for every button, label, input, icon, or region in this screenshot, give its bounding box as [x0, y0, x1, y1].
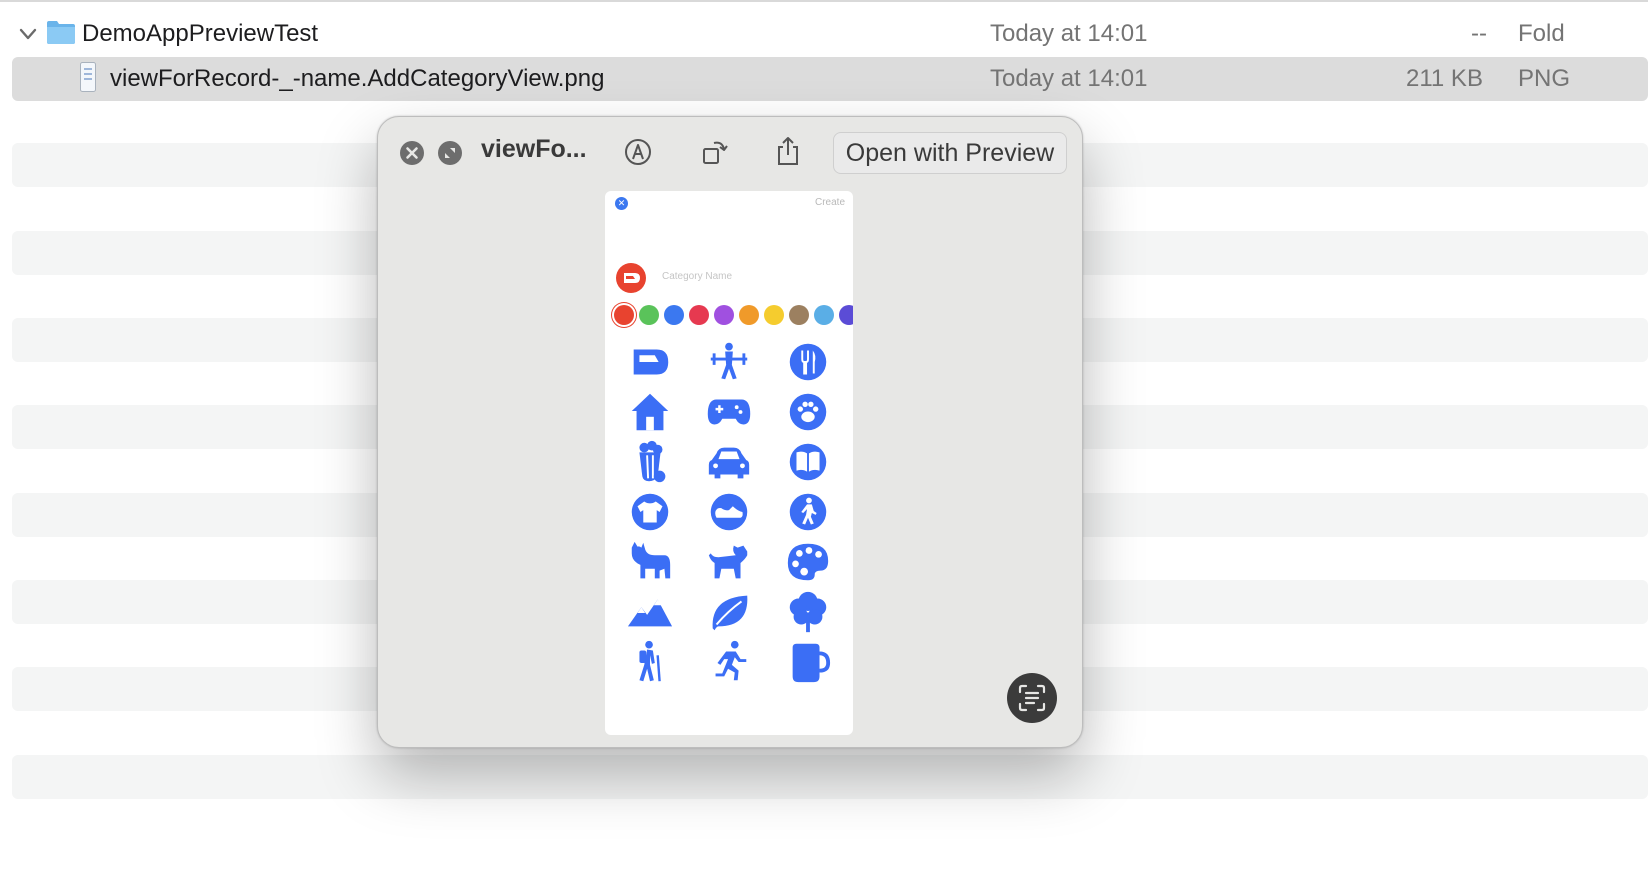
icon-option[interactable]	[773, 487, 843, 537]
icon-option[interactable]	[615, 337, 685, 387]
color-swatch[interactable]	[714, 305, 734, 325]
icon-option[interactable]	[773, 587, 843, 637]
icon-option[interactable]	[694, 387, 764, 437]
weightlifting-icon	[710, 342, 748, 380]
share-icon	[778, 137, 798, 165]
train-icon	[624, 273, 640, 283]
mug-icon	[792, 643, 831, 683]
rotate-icon	[703, 141, 728, 164]
fullscreen-button[interactable]	[438, 141, 462, 165]
color-swatch[interactable]	[689, 305, 709, 325]
color-swatch[interactable]	[764, 305, 784, 325]
icon-option[interactable]	[773, 437, 843, 487]
icon-option[interactable]	[694, 537, 764, 587]
icon-option[interactable]	[615, 437, 685, 487]
open-with-preview-button[interactable]: Open with Preview	[833, 132, 1067, 174]
color-swatch[interactable]	[789, 305, 809, 325]
markup-button[interactable]	[623, 137, 653, 167]
icon-option[interactable]	[615, 387, 685, 437]
book-icon	[789, 443, 827, 481]
figure-walk-icon	[789, 493, 827, 531]
fullscreen-icon	[438, 141, 462, 165]
share-button[interactable]	[772, 134, 804, 168]
rotate-button[interactable]	[699, 136, 731, 168]
png-file-icon	[80, 62, 96, 92]
color-swatch[interactable]	[614, 305, 634, 325]
text-scan-icon	[1018, 684, 1046, 712]
icon-option[interactable]	[615, 537, 685, 587]
folder-icon	[47, 21, 75, 44]
icon-option[interactable]	[694, 587, 764, 637]
folder-kind: Fold	[1518, 20, 1565, 47]
color-swatch-row	[614, 305, 853, 325]
file-name: viewForRecord-_-name.AddCategoryView.png	[110, 65, 605, 92]
quicklook-title: viewFo...	[481, 135, 587, 163]
tree-icon	[789, 591, 827, 633]
image-preview: ✕ Create Category Name	[605, 191, 853, 735]
icon-option[interactable]	[694, 437, 764, 487]
dog-icon	[708, 545, 748, 579]
file-kind: PNG	[1518, 65, 1571, 92]
gamecontroller-icon	[707, 399, 751, 425]
icon-option[interactable]	[773, 537, 843, 587]
color-swatch[interactable]	[739, 305, 759, 325]
close-button[interactable]	[400, 141, 424, 165]
file-date: Today at 14:01	[990, 65, 1148, 92]
close-icon	[400, 141, 424, 165]
icon-option[interactable]	[694, 487, 764, 537]
pawprint-icon	[789, 393, 827, 431]
preview-close-icon: ✕	[615, 197, 628, 210]
category-icon-preview	[616, 263, 646, 293]
icon-option[interactable]	[694, 337, 764, 387]
folder-name: DemoAppPreviewTest	[82, 20, 319, 47]
folder-size: --	[1471, 20, 1487, 47]
markup-pen-icon	[625, 139, 651, 165]
chevron-down-icon[interactable]	[18, 24, 38, 44]
tshirt-icon	[631, 493, 669, 531]
shoe-icon	[710, 493, 748, 531]
popcorn-icon	[639, 440, 666, 483]
icon-option[interactable]	[694, 637, 764, 687]
icon-option[interactable]	[615, 587, 685, 637]
car-icon	[708, 447, 750, 479]
quicklook-panel: viewFo... Open with Preview ✕ Create Cat…	[377, 116, 1083, 748]
figure-hiking-icon	[639, 640, 661, 682]
file-row[interactable]: viewForRecord-_-name.AddCategoryView.png…	[12, 57, 1648, 101]
empty-row	[12, 755, 1648, 799]
color-swatch[interactable]	[839, 305, 853, 325]
leaf-icon	[712, 595, 748, 631]
folder-row[interactable]: DemoAppPreviewTest Today at 14:01 -- Fol…	[12, 12, 1648, 56]
color-swatch[interactable]	[664, 305, 684, 325]
icon-option[interactable]	[615, 637, 685, 687]
folder-date: Today at 14:01	[990, 20, 1148, 47]
icon-option[interactable]	[615, 487, 685, 537]
fork-knife-icon	[789, 343, 827, 381]
color-swatch[interactable]	[814, 305, 834, 325]
top-divider	[0, 0, 1648, 2]
paintpalette-icon	[787, 543, 829, 581]
live-text-button[interactable]	[1007, 673, 1057, 723]
icon-option[interactable]	[773, 387, 843, 437]
train-icon	[633, 349, 669, 375]
house-icon	[631, 393, 669, 431]
file-size: 211 KB	[1406, 65, 1483, 92]
mountains-icon	[627, 599, 673, 627]
cat-icon	[631, 541, 671, 579]
icon-option[interactable]	[773, 637, 843, 687]
color-swatch[interactable]	[639, 305, 659, 325]
category-name-placeholder: Category Name	[662, 271, 733, 282]
icon-option[interactable]	[773, 337, 843, 387]
preview-create-label: Create	[814, 197, 845, 208]
figure-run-icon	[715, 640, 747, 681]
